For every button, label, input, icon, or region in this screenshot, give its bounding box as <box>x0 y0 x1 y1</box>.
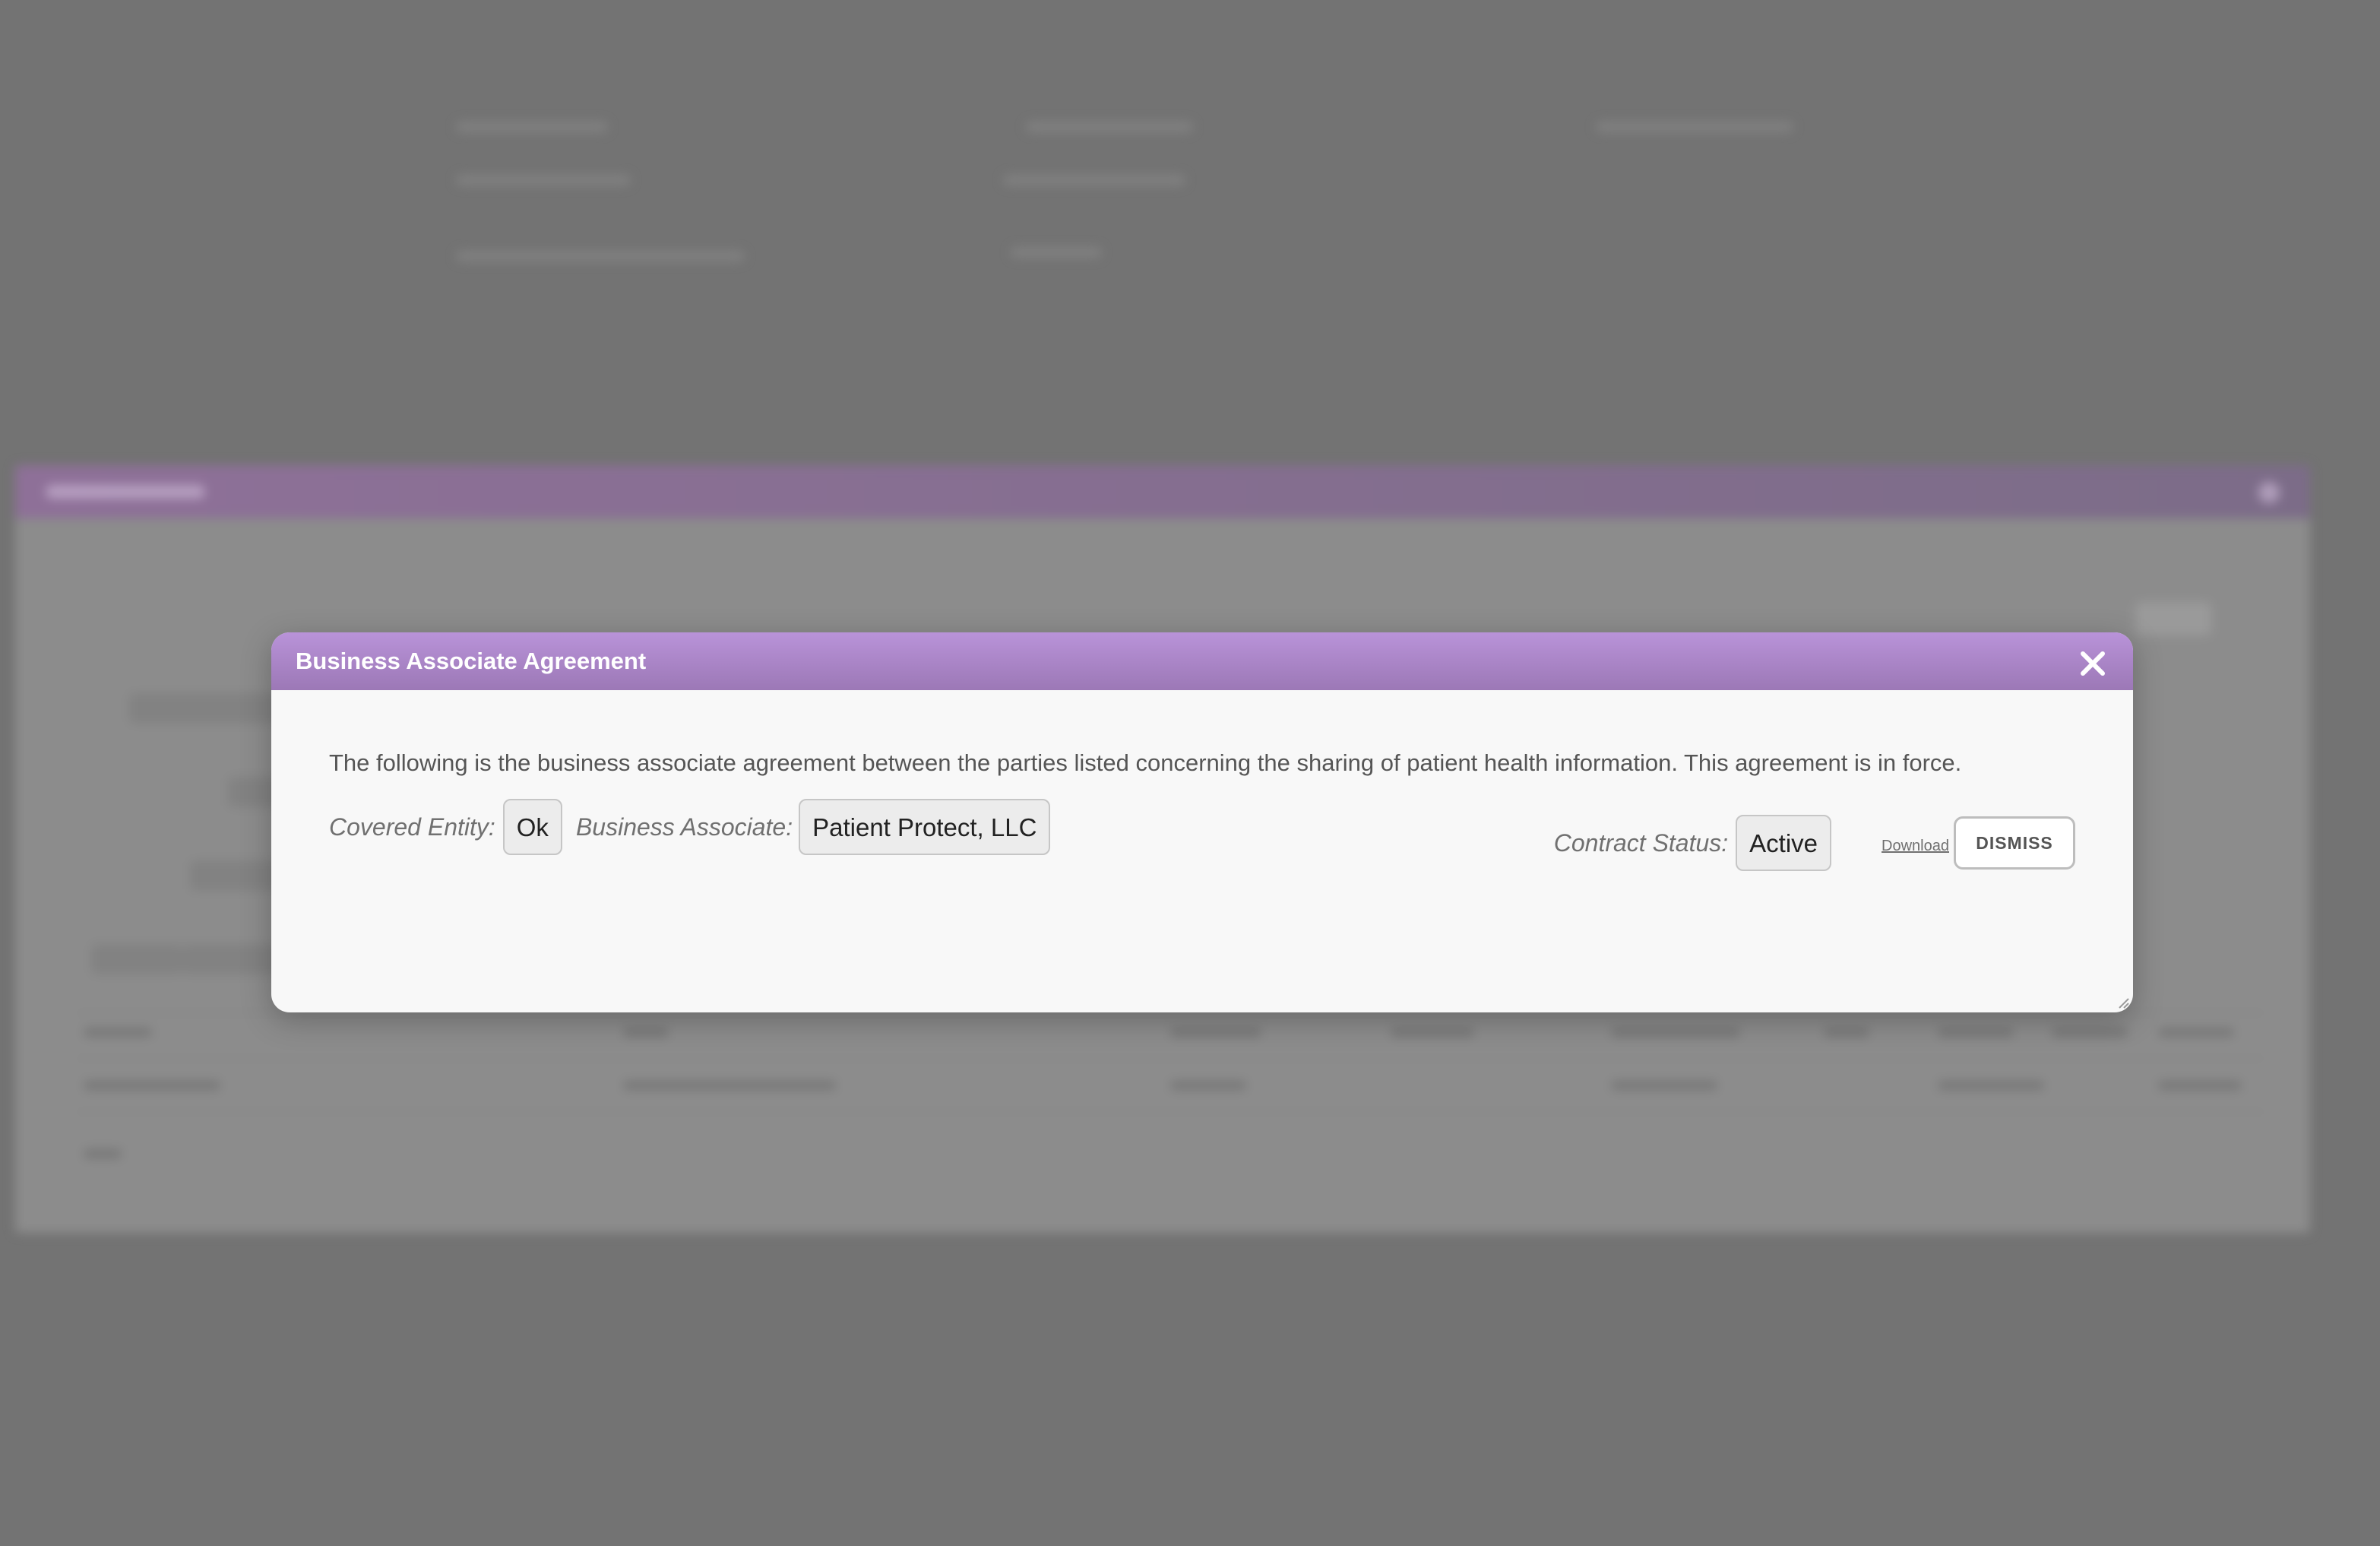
contract-status-value: Active <box>1736 815 1832 871</box>
bg-table-cell <box>1170 1028 1261 1037</box>
covered-entity-value: Ok <box>502 799 562 855</box>
bg-table-cell <box>1611 1081 1717 1090</box>
modal-title: Business Associate Agreement <box>296 648 647 674</box>
bg-text-line <box>1011 247 1102 258</box>
contract-status-label: Contract Status: <box>1553 828 1729 857</box>
bg-table-cell <box>623 1028 669 1037</box>
bg-table-cell <box>1938 1081 2044 1090</box>
bg-table-line <box>76 1058 2264 1059</box>
bg-table-cell <box>2052 1028 2128 1037</box>
close-button[interactable] <box>2078 649 2107 678</box>
close-icon <box>2081 651 2105 676</box>
bg-header-label <box>46 485 205 499</box>
covered-entity-label: Covered Entity: <box>329 813 495 841</box>
bg-table-line <box>76 1111 2264 1112</box>
bg-text-line <box>1026 122 1193 132</box>
bg-chip <box>91 944 182 974</box>
bg-close-icon <box>2258 482 2280 503</box>
bg-text-line <box>1003 175 1185 185</box>
bg-table-cell <box>84 1081 220 1090</box>
bg-table-cell <box>1824 1028 1869 1037</box>
status-row: Contract Status: Active Download DISMISS <box>1554 813 2075 873</box>
business-associate-label: Business Associate: <box>575 813 793 841</box>
resize-handle-icon[interactable] <box>2116 996 2130 1009</box>
bg-table-cell <box>2158 1081 2242 1090</box>
bg-table-cell <box>1170 1081 1246 1090</box>
bg-text-line <box>456 122 608 132</box>
bg-table-cell <box>1391 1028 1474 1037</box>
bg-table-cell <box>2158 1028 2234 1037</box>
bg-table-line <box>76 1012 2264 1013</box>
bg-text-line <box>1596 122 1793 132</box>
bg-button <box>2135 602 2211 635</box>
bg-table-cell <box>1611 1028 1740 1037</box>
business-associate-value: Patient Protect, LLC <box>799 799 1051 855</box>
bg-table-cell <box>84 1149 122 1158</box>
bg-table-cell <box>84 1028 152 1037</box>
dismiss-button[interactable]: DISMISS <box>1954 816 2075 870</box>
background-panel-header <box>15 465 2310 518</box>
bg-text-line <box>456 175 631 185</box>
business-associate-agreement-modal: Business Associate Agreement The followi… <box>271 632 2133 1012</box>
modal-header: Business Associate Agreement <box>271 632 2133 690</box>
agreement-description: The following is the business associate … <box>329 749 1962 776</box>
bg-text-line <box>456 251 745 261</box>
bg-table-cell <box>1938 1028 2014 1037</box>
download-link[interactable]: Download <box>1882 838 1949 855</box>
bg-table-cell <box>623 1081 836 1090</box>
parties-row: Covered Entity: Ok Business Associate: P… <box>329 798 1051 856</box>
